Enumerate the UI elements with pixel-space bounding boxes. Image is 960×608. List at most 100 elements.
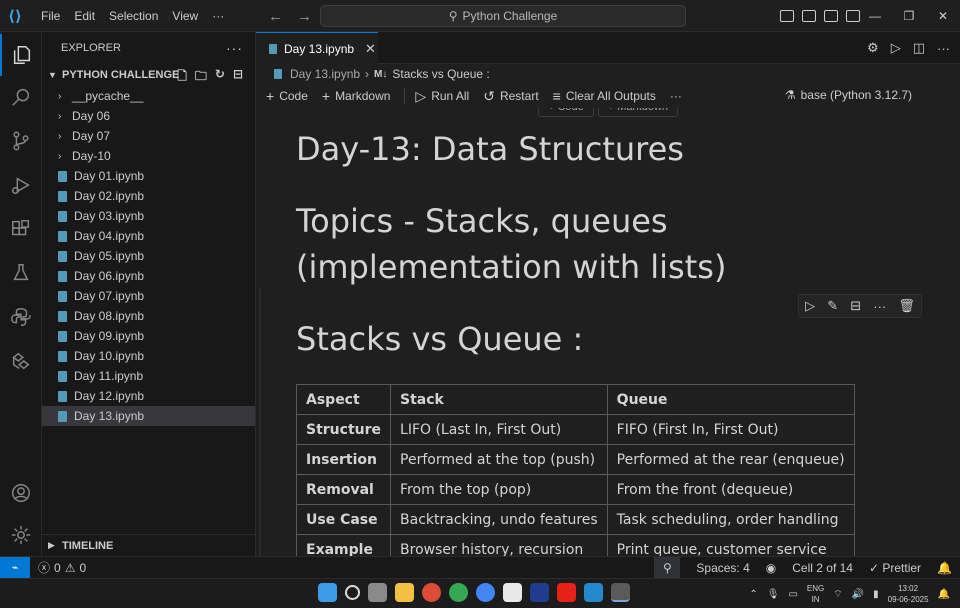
project-folder-header[interactable]: ▼ PYTHON CHALLENGE 🗋 🗀 ↻ ⊟ bbox=[42, 64, 255, 86]
toggle-panel-icon[interactable] bbox=[824, 10, 838, 22]
remote-explorer-icon[interactable] bbox=[0, 340, 42, 382]
notepad-icon[interactable] bbox=[611, 583, 630, 602]
clock[interactable]: 13:02 09-06-2025 bbox=[888, 583, 929, 605]
chrome-profile-icon[interactable] bbox=[449, 583, 468, 602]
chrome-icon[interactable] bbox=[422, 583, 441, 602]
file-item[interactable]: Day 02.ipynb bbox=[42, 186, 255, 206]
taskbar-search-icon[interactable] bbox=[345, 585, 360, 600]
clear-all-outputs-button[interactable]: ≡ Clear All Outputs bbox=[553, 88, 656, 104]
toolbar-more-button[interactable]: ··· bbox=[670, 89, 682, 103]
search-view-icon[interactable] bbox=[0, 76, 42, 118]
refresh-icon[interactable]: ↻ bbox=[215, 67, 225, 88]
menu-view[interactable]: View bbox=[165, 0, 205, 32]
wifi-icon[interactable]: ⌔ bbox=[833, 588, 842, 601]
notification-bell-icon[interactable]: 🔔 bbox=[938, 589, 950, 600]
extensions-icon[interactable] bbox=[0, 208, 42, 250]
back-arrow-icon[interactable]: ← bbox=[268, 8, 283, 25]
manage-gear-icon[interactable] bbox=[0, 514, 42, 556]
explorer-icon[interactable] bbox=[0, 34, 42, 76]
cell-position-status[interactable]: Cell 2 of 14 bbox=[792, 561, 853, 575]
run-cell-icon[interactable]: ▷ bbox=[805, 298, 815, 314]
command-center-search[interactable]: ⚲ Python Challenge bbox=[320, 5, 686, 27]
file-item[interactable]: Day 08.ipynb bbox=[42, 306, 255, 326]
file-item[interactable]: Day 07.ipynb bbox=[42, 286, 255, 306]
file-item[interactable]: Day 01.ipynb bbox=[42, 166, 255, 186]
file-item[interactable]: Day 11.ipynb bbox=[42, 366, 255, 386]
prettier-status[interactable]: ✓ Prettier bbox=[869, 561, 921, 575]
folder-item[interactable]: › Day 06 bbox=[42, 106, 255, 126]
menu-edit[interactable]: Edit bbox=[67, 0, 102, 32]
microphone-icon[interactable]: 🎙 bbox=[767, 589, 780, 600]
battery-icon[interactable]: ▮ bbox=[873, 589, 879, 600]
volume-icon[interactable]: 🔊 bbox=[852, 589, 864, 600]
explorer-more-icon[interactable]: ··· bbox=[226, 40, 243, 56]
minimize-icon[interactable]: — bbox=[858, 9, 892, 23]
chrome-alt-icon[interactable] bbox=[476, 583, 495, 602]
restore-icon[interactable]: ❐ bbox=[892, 9, 926, 23]
customize-layout-icon[interactable] bbox=[780, 10, 794, 22]
tray-monitor-icon[interactable]: ▭ bbox=[788, 589, 797, 600]
task-view-icon[interactable] bbox=[368, 583, 387, 602]
folder-item[interactable]: › __pycache__ bbox=[42, 86, 255, 106]
file-item[interactable]: Day 03.ipynb bbox=[42, 206, 255, 226]
menu-selection[interactable]: Selection bbox=[102, 0, 165, 32]
source-control-icon[interactable] bbox=[0, 120, 42, 162]
delete-cell-icon[interactable]: 🗑 bbox=[898, 298, 915, 314]
file-explorer-icon[interactable] bbox=[395, 583, 414, 602]
file-item[interactable]: Day 04.ipynb bbox=[42, 226, 255, 246]
python-icon[interactable] bbox=[0, 296, 42, 338]
run-all-button[interactable]: ▷ Run All bbox=[415, 88, 469, 105]
file-item[interactable]: Day 10.ipynb bbox=[42, 346, 255, 366]
notifications-bell-icon[interactable]: 🔔 bbox=[937, 561, 952, 575]
insert-code-cell-button[interactable]: + Code bbox=[538, 108, 594, 117]
cell-more-icon[interactable]: ··· bbox=[873, 299, 886, 314]
store-icon[interactable] bbox=[503, 583, 522, 602]
app-l-icon[interactable] bbox=[530, 583, 549, 602]
collapse-all-icon[interactable]: ⊟ bbox=[233, 67, 243, 88]
folder-item[interactable]: › Day 07 bbox=[42, 126, 255, 146]
file-item[interactable]: Day 13.ipynb bbox=[42, 406, 255, 426]
file-item[interactable]: Day 09.ipynb bbox=[42, 326, 255, 346]
youtube-icon[interactable] bbox=[557, 583, 576, 602]
menu-more[interactable]: ··· bbox=[205, 0, 231, 32]
run-debug-icon[interactable] bbox=[0, 164, 42, 206]
windows-start-icon[interactable] bbox=[318, 583, 337, 602]
timeline-section[interactable]: ▶ TIMELINE bbox=[42, 534, 255, 556]
restart-button[interactable]: ↺ Restart bbox=[483, 88, 538, 105]
file-item[interactable]: Day 06.ipynb bbox=[42, 266, 255, 286]
language-indicator[interactable]: ENG IN bbox=[807, 583, 824, 605]
file-item[interactable]: Day 05.ipynb bbox=[42, 246, 255, 266]
problems-indicator[interactable]: ⓧ 0 ⚠ 0 bbox=[38, 559, 86, 576]
add-markdown-button[interactable]: + Markdown bbox=[322, 88, 391, 104]
testing-flask-icon[interactable] bbox=[0, 252, 42, 294]
copilot-icon[interactable]: ◉ bbox=[766, 561, 776, 575]
menu-file[interactable]: File bbox=[34, 0, 67, 32]
kernel-picker[interactable]: ⚗ base (Python 3.12.7) bbox=[785, 88, 912, 102]
toggle-primary-sidebar-icon[interactable] bbox=[802, 10, 816, 22]
more-actions-icon[interactable]: ··· bbox=[937, 41, 950, 56]
folder-item[interactable]: › Day-10 bbox=[42, 146, 255, 166]
split-cell-icon[interactable]: ⊟ bbox=[850, 298, 861, 314]
run-icon[interactable]: ▷ bbox=[891, 40, 901, 56]
edit-pencil-icon[interactable]: ✎ bbox=[827, 298, 838, 314]
close-window-icon[interactable]: ✕ bbox=[926, 9, 960, 23]
indentation-status[interactable]: Spaces: 4 bbox=[696, 561, 749, 575]
close-tab-icon[interactable]: ✕ bbox=[365, 41, 376, 57]
tab-day-13[interactable]: Day 13.ipynb ✕ bbox=[256, 32, 378, 64]
forward-arrow-icon[interactable]: → bbox=[297, 8, 312, 25]
vscode-taskbar-icon[interactable] bbox=[584, 583, 603, 602]
insert-markdown-cell-button[interactable]: + Markdown bbox=[597, 108, 679, 117]
tray-chevron-up-icon[interactable]: ⌃ bbox=[749, 589, 757, 600]
table-row: Removal From the top (pop) From the front … bbox=[295, 474, 855, 505]
new-file-icon[interactable]: 🗋 bbox=[177, 67, 187, 88]
remote-indicator-icon[interactable]: ⌁ bbox=[0, 556, 30, 579]
breadcrumb-section[interactable]: Stacks vs Queue : bbox=[392, 67, 489, 81]
add-code-button[interactable]: + Code bbox=[266, 88, 308, 104]
file-item[interactable]: Day 12.ipynb bbox=[42, 386, 255, 406]
breadcrumb-file[interactable]: Day 13.ipynb bbox=[290, 67, 360, 81]
split-editor-icon[interactable]: ◫ bbox=[913, 40, 925, 56]
accounts-icon[interactable] bbox=[0, 472, 42, 514]
zoom-icon[interactable]: ⚲ bbox=[654, 557, 681, 579]
new-folder-icon[interactable]: 🗀 bbox=[195, 67, 207, 88]
settings-gear-icon[interactable]: ⚙ bbox=[867, 40, 879, 56]
